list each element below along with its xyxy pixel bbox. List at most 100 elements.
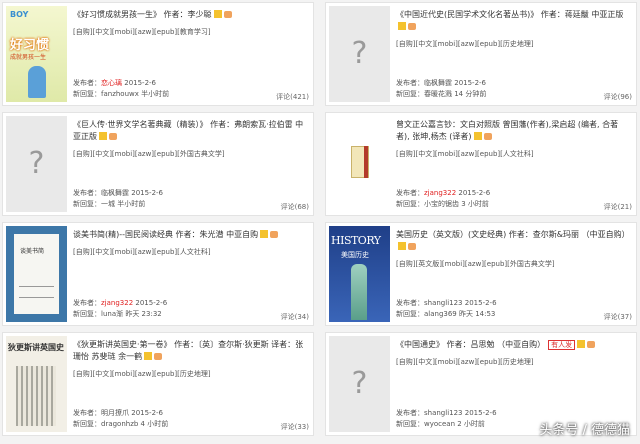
book-card[interactable]: 曾文正公嘉言钞：文白对照版 曾国藩(作者),梁启超 (编者, 合著者), 张坤,… xyxy=(325,112,637,216)
poster-label: 发布者： xyxy=(396,79,424,87)
book-title-text[interactable]: 谈美书简(精)--国民阅读经典 作者：朱光潜 中亚自购 xyxy=(73,230,258,239)
poster-line: 发布者：临枫舞霆 2015-2-6 xyxy=(396,78,486,88)
reply-label: 新回复： xyxy=(73,200,101,208)
poster-label: 发布者： xyxy=(396,189,424,197)
reply-label: 新回复： xyxy=(396,200,424,208)
reply-label: 新回复： xyxy=(396,310,424,318)
vip-icon xyxy=(398,22,406,30)
book-cover[interactable] xyxy=(329,116,390,212)
book-title-text[interactable]: 美国历史（英文版）(文史经典) 作者：查尔斯&玛丽 （中亚自购） xyxy=(396,230,630,239)
poster-name[interactable]: shangli123 xyxy=(424,299,463,307)
reply-info[interactable]: fanzhouwx 半小时前 xyxy=(101,90,169,98)
poster-label: 发布者： xyxy=(396,409,424,417)
poster-line: 发布者：shangli123 2015-2-6 xyxy=(396,298,497,308)
post-date: 2015-2-6 xyxy=(454,79,487,87)
post-date: 2015-2-6 xyxy=(124,79,157,87)
poster-name[interactable]: 明月撩爪 xyxy=(101,409,129,417)
cover-text-lines xyxy=(19,286,54,298)
book-cover[interactable]: 谈美书简 xyxy=(6,226,67,322)
reply-label: 新回复： xyxy=(396,420,424,428)
book-tags: [自购][中文][mobi][azw][epub][历史地理] xyxy=(396,358,534,366)
reply-info[interactable]: dragonhzb 4 小时前 xyxy=(101,420,168,428)
cover-title: 好习惯 xyxy=(10,38,50,53)
comment-count[interactable]: 评论(33) xyxy=(281,422,309,432)
book-title-text[interactable]: 《中国通史》 作者：吕思勉 （中亚自购） xyxy=(396,340,545,349)
cover-placeholder-icon[interactable]: ? xyxy=(329,336,390,432)
cover-boy: BOY xyxy=(10,10,29,19)
post-date: 2015-2-6 xyxy=(135,299,168,307)
book-card[interactable]: 谈美书简 谈美书简(精)--国民阅读经典 作者：朱光潜 中亚自购 [自购][中文… xyxy=(2,222,314,326)
book-title[interactable]: 谈美书简(精)--国民阅读经典 作者：朱光潜 中亚自购 xyxy=(73,229,307,241)
statue-of-liberty-icon xyxy=(351,264,367,320)
poster-label: 发布者： xyxy=(73,189,101,197)
poster-name[interactable]: 恋心璃 xyxy=(101,79,122,87)
book-title[interactable]: 美国历史（英文版）(文史经典) 作者：查尔斯&玛丽 （中亚自购） xyxy=(396,229,630,253)
poster-name[interactable]: 临枫舞霆 xyxy=(101,189,129,197)
book-title[interactable]: 《狄更斯讲英国史·第一卷》 作者：〔英〕查尔斯·狄更斯 译者：张珊怡 苏斐琏 余… xyxy=(73,339,307,363)
book-card[interactable]: BOY 好习惯 成就男孩一生 《好习惯成就男孩一生》 作者：李少聪 [自购][中… xyxy=(2,2,314,106)
comment-count[interactable]: 评论(21) xyxy=(604,202,632,212)
reply-line: 新回复：dragonhzb 4 小时前 xyxy=(73,419,168,429)
cover-subtitle: 成就男孩一生 xyxy=(10,54,47,61)
reply-info[interactable]: wyocean 2 小时前 xyxy=(424,420,485,428)
post-date: 2015-2-6 xyxy=(458,189,491,197)
book-title-text[interactable]: 《巨人传·世界文学名著典藏（精装）》 作者：弗朗索瓦·拉伯雷 中亚正版 xyxy=(73,120,303,141)
cover-spine xyxy=(364,146,368,178)
comment-count[interactable]: 评论(68) xyxy=(281,202,309,212)
poster-line: 发布者：临枫舞霆 2015-2-6 xyxy=(73,188,163,198)
book-title[interactable]: 《好习惯成就男孩一生》 作者：李少聪 xyxy=(73,9,307,21)
book-title-text[interactable]: 《狄更斯讲英国史·第一卷》 作者：〔英〕查尔斯·狄更斯 译者：张珊怡 苏斐琏 余… xyxy=(73,340,303,361)
thumb-up-icon xyxy=(109,133,117,140)
book-title-text[interactable]: 《好习惯成就男孩一生》 作者：李少聪 xyxy=(73,10,212,19)
comment-count[interactable]: 评论(37) xyxy=(604,312,632,322)
post-date: 2015-2-6 xyxy=(131,409,164,417)
reply-line: 新回复：小宝的锯齿 3 小时前 xyxy=(396,199,489,209)
book-card[interactable]: ? 《中国近代史(民国学术文化名著丛书)》 作者：蒋廷黻 中亚正版 [自购][中… xyxy=(325,2,637,106)
book-cover[interactable]: 狄更斯讲英国史 xyxy=(6,336,67,432)
poster-name[interactable]: shangli123 xyxy=(424,409,463,417)
poster-name[interactable]: 临枫舞霆 xyxy=(424,79,452,87)
cover-placeholder-icon[interactable]: ? xyxy=(6,116,67,212)
reply-info[interactable]: 春暖花溅 14 分钟前 xyxy=(424,90,486,98)
book-cover[interactable]: BOY 好习惯 成就男孩一生 xyxy=(6,6,67,102)
vip-icon xyxy=(144,352,153,360)
cover-placeholder-icon[interactable]: ? xyxy=(329,6,390,102)
post-date: 2015-2-6 xyxy=(131,189,164,197)
book-title-text[interactable]: 曾文正公嘉言钞：文白对照版 曾国藩(作者),梁启超 (编者, 合著者), 张坤,… xyxy=(396,120,618,141)
poster-line: 发布者：zjang322 2015-2-6 xyxy=(73,298,167,308)
cover-subtitle: 美国历史 xyxy=(341,251,369,259)
poster-line: 发布者：zjang322 2015-2-6 xyxy=(396,188,490,198)
reply-info[interactable]: alang369 昨天 14:53 xyxy=(424,310,495,318)
reply-line: 新回复：fanzhouwx 半小时前 xyxy=(73,89,169,99)
status-badge: 有人发 xyxy=(548,340,576,350)
poster-name[interactable]: zjang322 xyxy=(424,189,456,197)
reply-label: 新回复： xyxy=(73,420,101,428)
book-title[interactable]: 《巨人传·世界文学名著典藏（精装）》 作者：弗朗索瓦·拉伯雷 中亚正版 xyxy=(73,119,307,143)
reply-info[interactable]: luna渐 昨天 23:32 xyxy=(101,310,162,318)
book-title[interactable]: 《中国近代史(民国学术文化名著丛书)》 作者：蒋廷黻 中亚正版 xyxy=(396,9,630,33)
book-title-text[interactable]: 《中国近代史(民国学术文化名著丛书)》 作者：蒋廷黻 中亚正版 xyxy=(396,10,623,19)
reply-label: 新回复： xyxy=(73,310,101,318)
comment-count[interactable]: 评论(34) xyxy=(281,312,309,322)
book-title[interactable]: 《中国通史》 作者：吕思勉 （中亚自购） 有人发 xyxy=(396,339,630,351)
comment-count[interactable]: 评论(421) xyxy=(276,92,309,102)
reply-info[interactable]: 小宝的锯齿 3 小时前 xyxy=(424,200,489,208)
book-card[interactable]: ? 《巨人传·世界文学名著典藏（精装）》 作者：弗朗索瓦·拉伯雷 中亚正版 [自… xyxy=(2,112,314,216)
vip-icon xyxy=(213,10,222,18)
poster-label: 发布者： xyxy=(396,299,424,307)
book-card[interactable]: HISTORY 美国历史 美国历史（英文版）(文史经典) 作者：查尔斯&玛丽 （… xyxy=(325,222,637,326)
book-title[interactable]: 曾文正公嘉言钞：文白对照版 曾国藩(作者),梁启超 (编者, 合著者), 张坤,… xyxy=(396,119,630,143)
book-cover[interactable]: HISTORY 美国历史 xyxy=(329,226,390,322)
comment-count[interactable]: 评论(96) xyxy=(604,92,632,102)
book-tags: [自购][中文][mobi][azw][epub][人文社科] xyxy=(73,248,211,256)
reply-line: 新回复：一城 半小时前 xyxy=(73,199,145,209)
cover-title: 狄更斯讲英国史 xyxy=(8,343,64,352)
book-card[interactable]: 狄更斯讲英国史 《狄更斯讲英国史·第一卷》 作者：〔英〕查尔斯·狄更斯 译者：张… xyxy=(2,332,314,436)
thumb-up-icon xyxy=(408,23,416,30)
cover-title: HISTORY xyxy=(331,234,381,247)
book-tags: [自购][中文][mobi][azw][epub][教育学习] xyxy=(73,28,211,36)
reply-line: 新回复：春暖花溅 14 分钟前 xyxy=(396,89,486,99)
poster-name[interactable]: zjang322 xyxy=(101,299,133,307)
thumb-up-icon xyxy=(483,133,492,140)
reply-info[interactable]: 一城 半小时前 xyxy=(101,200,145,208)
